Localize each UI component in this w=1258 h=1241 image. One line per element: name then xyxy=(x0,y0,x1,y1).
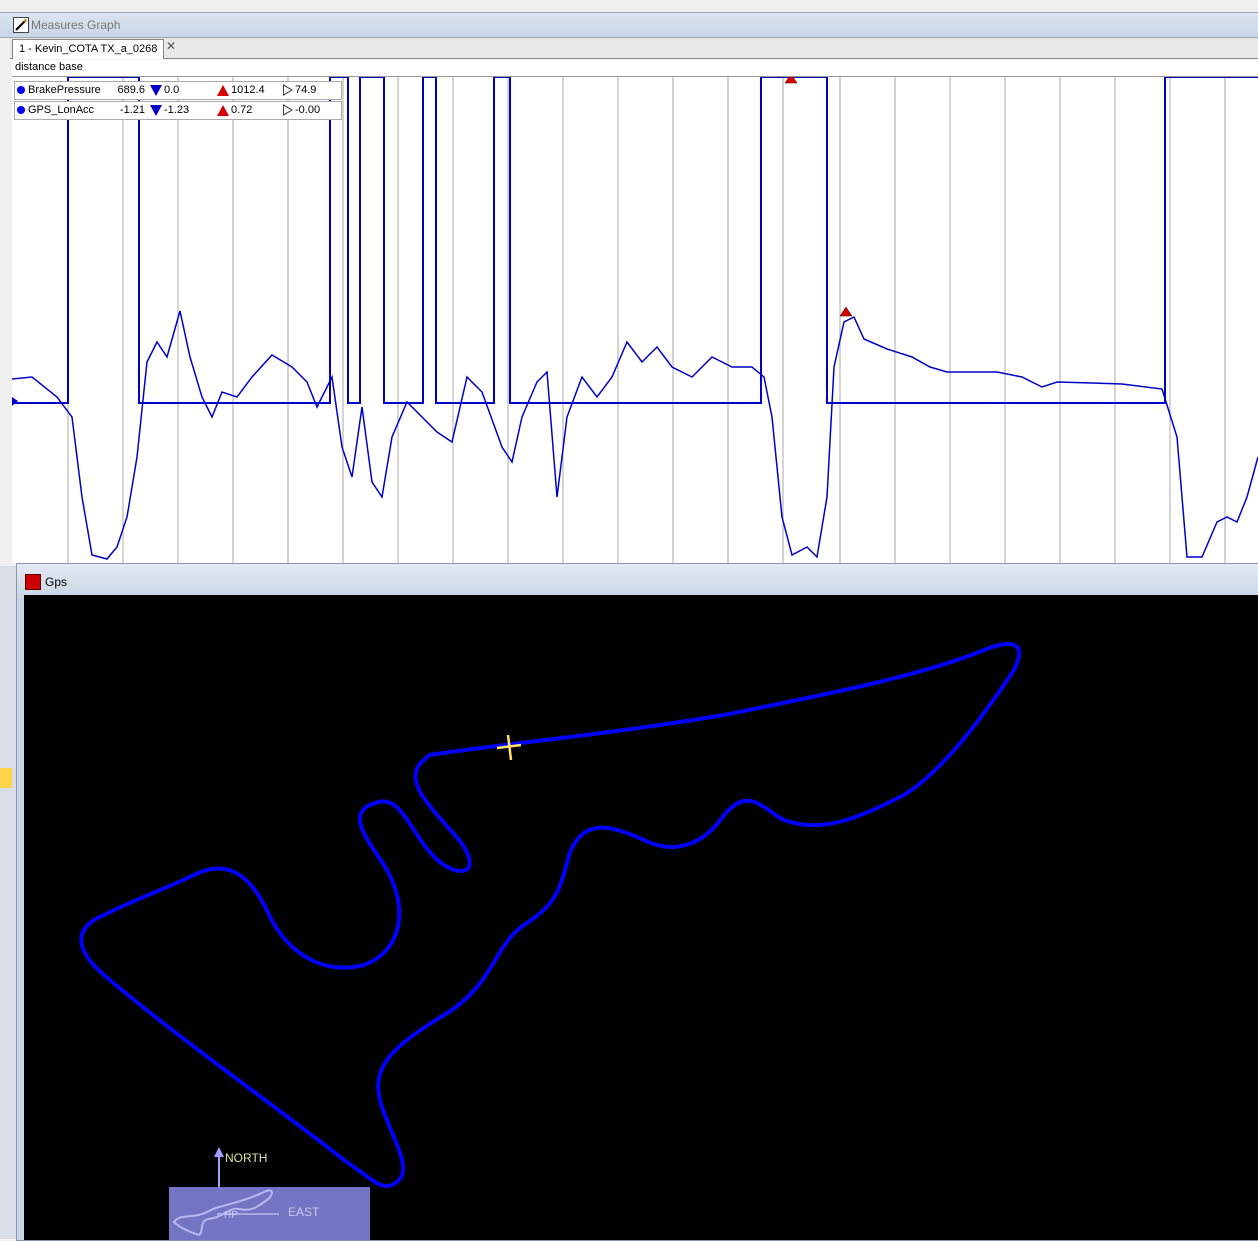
channel-legend: BrakePressure 689.6 0.0 1012.4 74.9 GPS_… xyxy=(14,81,342,121)
gps-titlebar[interactable]: Gps xyxy=(17,564,1258,594)
x-axis-mode-label: distance base xyxy=(15,61,83,73)
east-label: EAST xyxy=(288,1205,320,1219)
average-icon xyxy=(283,84,293,97)
channel-min: -1.23 xyxy=(164,104,190,116)
flag-icon xyxy=(25,574,41,590)
channel-value: 689.6 xyxy=(117,84,145,96)
gps-cursor-icon xyxy=(496,734,522,761)
channel-max: 0.72 xyxy=(231,104,253,116)
channel-dot-icon xyxy=(17,106,25,115)
svg-text:HP: HP xyxy=(224,1210,238,1221)
channel-dot-icon xyxy=(17,86,25,95)
channel-max: 1012.4 xyxy=(231,84,265,96)
min-icon xyxy=(150,104,162,116)
background-window-edge[interactable] xyxy=(0,566,17,1239)
legend-row-lonacc[interactable]: GPS_LonAcc -1.21 -1.23 0.72 -0.00 xyxy=(14,101,342,120)
legend-row-brake[interactable]: BrakePressure 689.6 0.0 1012.4 74.9 xyxy=(14,81,342,100)
measures-plot[interactable] xyxy=(12,77,1258,563)
channel-avg: 74.9 xyxy=(295,84,317,96)
background-window-tab[interactable] xyxy=(0,768,12,788)
x-axis-mode-bar[interactable]: distance base xyxy=(12,60,1258,77)
channel-name: BrakePressure xyxy=(28,84,101,96)
channel-avg: -0.00 xyxy=(295,104,321,116)
gps-window: Gps HP NORTH EAST xyxy=(16,563,1258,1241)
window-title: Gps xyxy=(45,575,68,589)
max-icon xyxy=(217,104,229,116)
track-minimap[interactable]: HP xyxy=(169,1187,370,1240)
minimap-track-outline xyxy=(172,1189,273,1237)
channel-min: 0.0 xyxy=(164,84,180,96)
max-icon xyxy=(217,84,229,96)
track-outline xyxy=(79,642,1022,1188)
channel-name: GPS_LonAcc xyxy=(28,104,95,116)
channel-value: -1.21 xyxy=(119,104,145,116)
pencil-icon xyxy=(13,17,29,33)
measures-graph-titlebar[interactable]: Measures Graph xyxy=(0,12,1258,38)
measures-graph-window: Measures Graph 1 - Kevin_COTA TX_a_0268 … xyxy=(0,0,1258,566)
session-tab-bar: 1 - Kevin_COTA TX_a_0268 ✕ xyxy=(10,38,1258,59)
session-tab[interactable]: 1 - Kevin_COTA TX_a_0268 xyxy=(12,39,165,59)
min-icon xyxy=(150,84,162,96)
gps-map-canvas[interactable]: HP NORTH EAST xyxy=(24,595,1258,1240)
tab-close-icon[interactable]: ✕ xyxy=(166,39,176,53)
window-title: Measures Graph xyxy=(31,18,121,32)
session-tab-label: 1 - Kevin_COTA TX_a_0268 xyxy=(19,43,158,55)
north-label: NORTH xyxy=(225,1151,268,1165)
average-icon xyxy=(283,104,293,117)
